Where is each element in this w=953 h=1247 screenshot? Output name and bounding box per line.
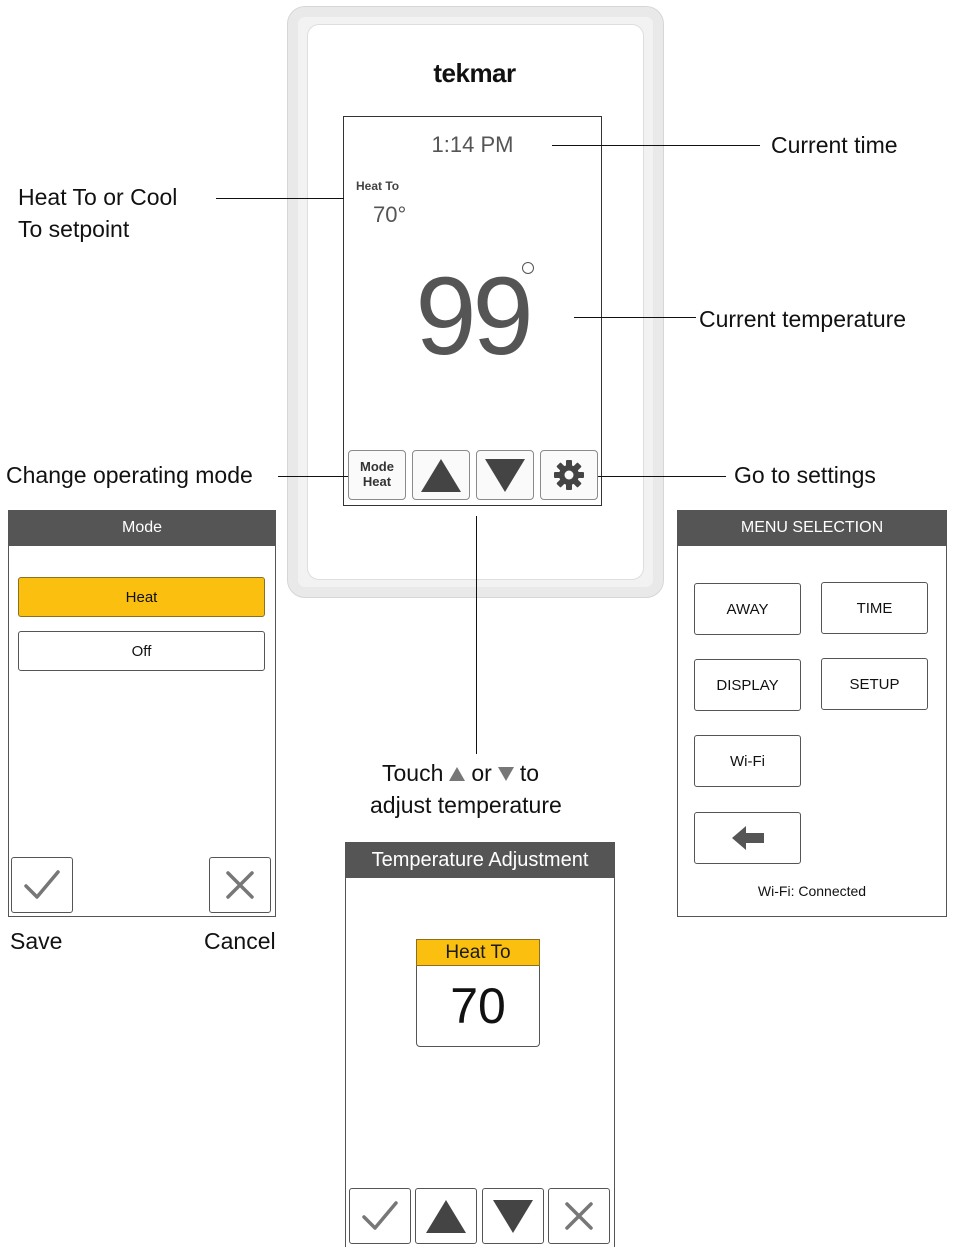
setpoint-value: 70° [373,202,407,227]
menu-display-button[interactable]: DISPLAY [694,659,801,711]
mode-button-line2: Heat [362,474,392,489]
close-icon [565,1202,593,1230]
temp-adjust-setpoint-value: 70 [416,966,540,1047]
callout-adjust-line: adjust temperature [370,792,562,818]
callout-setpoint-line1: Heat To or Cool [18,184,178,210]
callout-setpoint-line2: To setpoint [18,216,130,242]
temp-down-button[interactable] [476,450,534,500]
mode-button[interactable]: Mode Heat [348,450,406,500]
arrow-down-icon [485,458,525,492]
arrow-up-icon [421,458,461,492]
callout-line-mode [278,476,348,478]
menu-setup-button[interactable]: SETUP [821,658,928,710]
mode-panel-title: Mode [8,510,276,546]
mode-panel [8,510,276,917]
temp-adjust-title: Temperature Adjustment [345,842,615,878]
callout-line-settings [598,476,726,478]
callout-touch-line: Touch or to [382,760,539,787]
mode-option-off[interactable]: Off [18,631,265,671]
save-label: Save [10,928,63,954]
mode-button-line1: Mode [360,459,394,475]
callout-current-temperature: Current temperature [699,306,907,332]
menu-wifi-button[interactable]: Wi-Fi [694,735,801,787]
settings-button[interactable] [540,450,598,500]
current-temperature-display: 99 [415,255,533,378]
temp-adjust-down-button[interactable] [482,1188,544,1244]
temp-adjust-setpoint-label: Heat To [416,939,540,966]
temp-up-button[interactable] [412,450,470,500]
callout-touch-word: Touch [382,760,444,786]
callout-go-settings: Go to settings [734,462,876,488]
temp-adjust-up-button[interactable] [415,1188,477,1244]
menu-panel-title: MENU SELECTION [677,510,947,546]
callout-line-adjust [476,516,478,754]
cancel-button[interactable] [209,857,271,913]
setpoint-label: Heat To [356,179,400,193]
gear-icon [554,460,584,490]
arrow-up-icon [426,1199,466,1233]
back-arrow-icon [731,826,764,850]
cancel-label: Cancel [204,928,276,954]
menu-away-button[interactable]: AWAY [694,583,801,635]
callout-line-temperature [574,317,696,319]
menu-back-button[interactable] [694,812,801,864]
callout-to-word: to [519,760,540,786]
wifi-status: Wi-Fi: Connected [757,883,867,899]
arrow-down-icon [497,766,514,781]
arrow-down-icon [493,1199,533,1233]
menu-time-button[interactable]: TIME [821,582,928,634]
temp-adjust-save-button[interactable] [349,1188,411,1244]
checkmark-icon [24,870,60,899]
callout-current-time: Current time [771,132,898,158]
mode-option-heat[interactable]: Heat [18,577,265,617]
save-button[interactable] [11,857,73,913]
arrow-up-icon [449,766,466,781]
temp-adjust-cancel-button[interactable] [548,1188,610,1244]
checkmark-icon [362,1201,398,1230]
brand-logo: tekmar [433,58,516,88]
callout-line-time [552,145,760,147]
degree-symbol-icon [522,262,534,274]
callout-line-setpoint [216,198,344,200]
callout-change-mode: Change operating mode [6,462,253,488]
callout-or-word: or [471,760,492,786]
close-icon [226,871,254,899]
